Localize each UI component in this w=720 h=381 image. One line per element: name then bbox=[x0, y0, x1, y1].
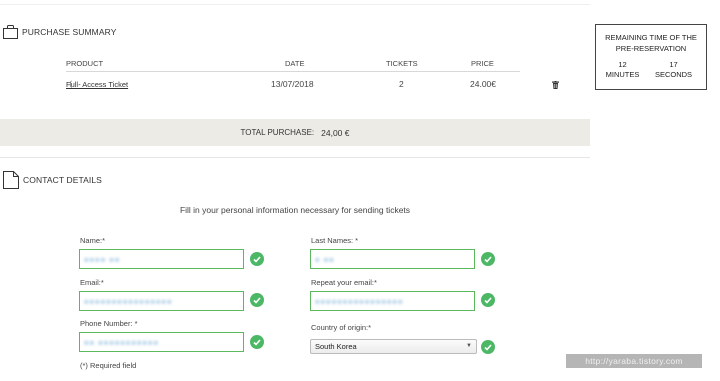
check-icon bbox=[250, 293, 264, 307]
last-names-value: ● ●● bbox=[315, 254, 335, 264]
document-icon bbox=[3, 171, 19, 189]
timer-title: REMAINING TIME OF THE PRE-RESERVATION bbox=[605, 33, 697, 53]
email-label: Email:* bbox=[80, 278, 104, 287]
check-icon bbox=[250, 252, 264, 266]
name-label: Name:* bbox=[80, 236, 106, 245]
purchase-summary-title: PURCHASE SUMMARY bbox=[22, 26, 117, 37]
top-divider bbox=[0, 4, 590, 5]
contact-intro-text: Fill in your personal information necess… bbox=[179, 205, 411, 215]
repeat-email-field[interactable]: ●●●●●●●●●●●●●●●● bbox=[310, 291, 475, 311]
chevron-down-icon[interactable]: ❲ bbox=[68, 80, 74, 88]
email-value: ●●●●●●●●●●●●●●●● bbox=[84, 296, 173, 306]
timer-minutes: 12 MINUTES bbox=[600, 60, 645, 80]
purchase-summary-header: PURCHASE SUMMARY bbox=[3, 25, 117, 39]
total-amount: 24,00 € bbox=[321, 127, 350, 138]
last-names-label: Last Names: * bbox=[311, 236, 359, 245]
phone-label: Phone Number: * bbox=[80, 319, 138, 328]
purchase-table-header: PRODUCT DATE TICKETS PRICE bbox=[66, 58, 520, 72]
country-select[interactable]: South Korea ▼ bbox=[310, 339, 477, 354]
chevron-down-icon: ▼ bbox=[466, 343, 472, 349]
country-label: Country of origin:* bbox=[311, 323, 372, 332]
reservation-timer: REMAINING TIME OF THE PRE-RESERVATION 12… bbox=[595, 24, 707, 90]
name-field[interactable]: ●●●● ●● bbox=[79, 249, 244, 269]
phone-field[interactable]: ●● ●●●●●●●●●●● bbox=[79, 332, 244, 352]
country-value: South Korea bbox=[315, 342, 357, 351]
seconds-label: SECONDS bbox=[654, 70, 693, 79]
repeat-email-value: ●●●●●●●●●●●●●●●● bbox=[315, 296, 404, 306]
shopping-bag-icon bbox=[3, 25, 18, 39]
total-label: TOTAL PURCHASE: bbox=[240, 128, 315, 137]
col-date: DATE bbox=[285, 59, 305, 68]
col-product: PRODUCT bbox=[66, 59, 104, 68]
col-tickets: TICKETS bbox=[386, 59, 418, 68]
purchase-tickets: 2 bbox=[399, 79, 404, 89]
timer-seconds: 17 SECONDS bbox=[651, 60, 696, 80]
minutes-label: MINUTES bbox=[605, 70, 640, 79]
product-link[interactable]: Full- Access Ticket bbox=[66, 80, 128, 89]
check-icon bbox=[481, 340, 495, 354]
email-field[interactable]: ●●●●●●●●●●●●●●●● bbox=[79, 291, 244, 311]
contact-details-title: CONTACT DETAILS bbox=[23, 175, 102, 185]
name-value: ●●●● ●● bbox=[84, 254, 121, 264]
section-divider bbox=[0, 157, 590, 158]
contact-details-header: CONTACT DETAILS bbox=[3, 171, 102, 189]
seconds-value: 17 bbox=[669, 60, 678, 69]
trash-icon[interactable] bbox=[552, 81, 559, 91]
minutes-value: 12 bbox=[618, 60, 627, 69]
watermark: http://yaraba.tistory.com bbox=[566, 354, 702, 368]
repeat-email-label: Repeat your email:* bbox=[311, 278, 377, 287]
phone-value: ●● ●●●●●●●●●●● bbox=[84, 337, 159, 347]
purchase-date: 13/07/2018 bbox=[271, 79, 314, 89]
required-field-note: (*) Required field bbox=[80, 361, 137, 370]
check-icon bbox=[481, 293, 495, 307]
check-icon bbox=[250, 335, 264, 349]
total-purchase-bar: TOTAL PURCHASE: 24,00 € bbox=[0, 119, 590, 146]
check-icon bbox=[481, 252, 495, 266]
purchase-price: 24.00€ bbox=[470, 79, 496, 89]
col-price: PRICE bbox=[471, 59, 494, 68]
last-names-field[interactable]: ● ●● bbox=[310, 249, 475, 269]
